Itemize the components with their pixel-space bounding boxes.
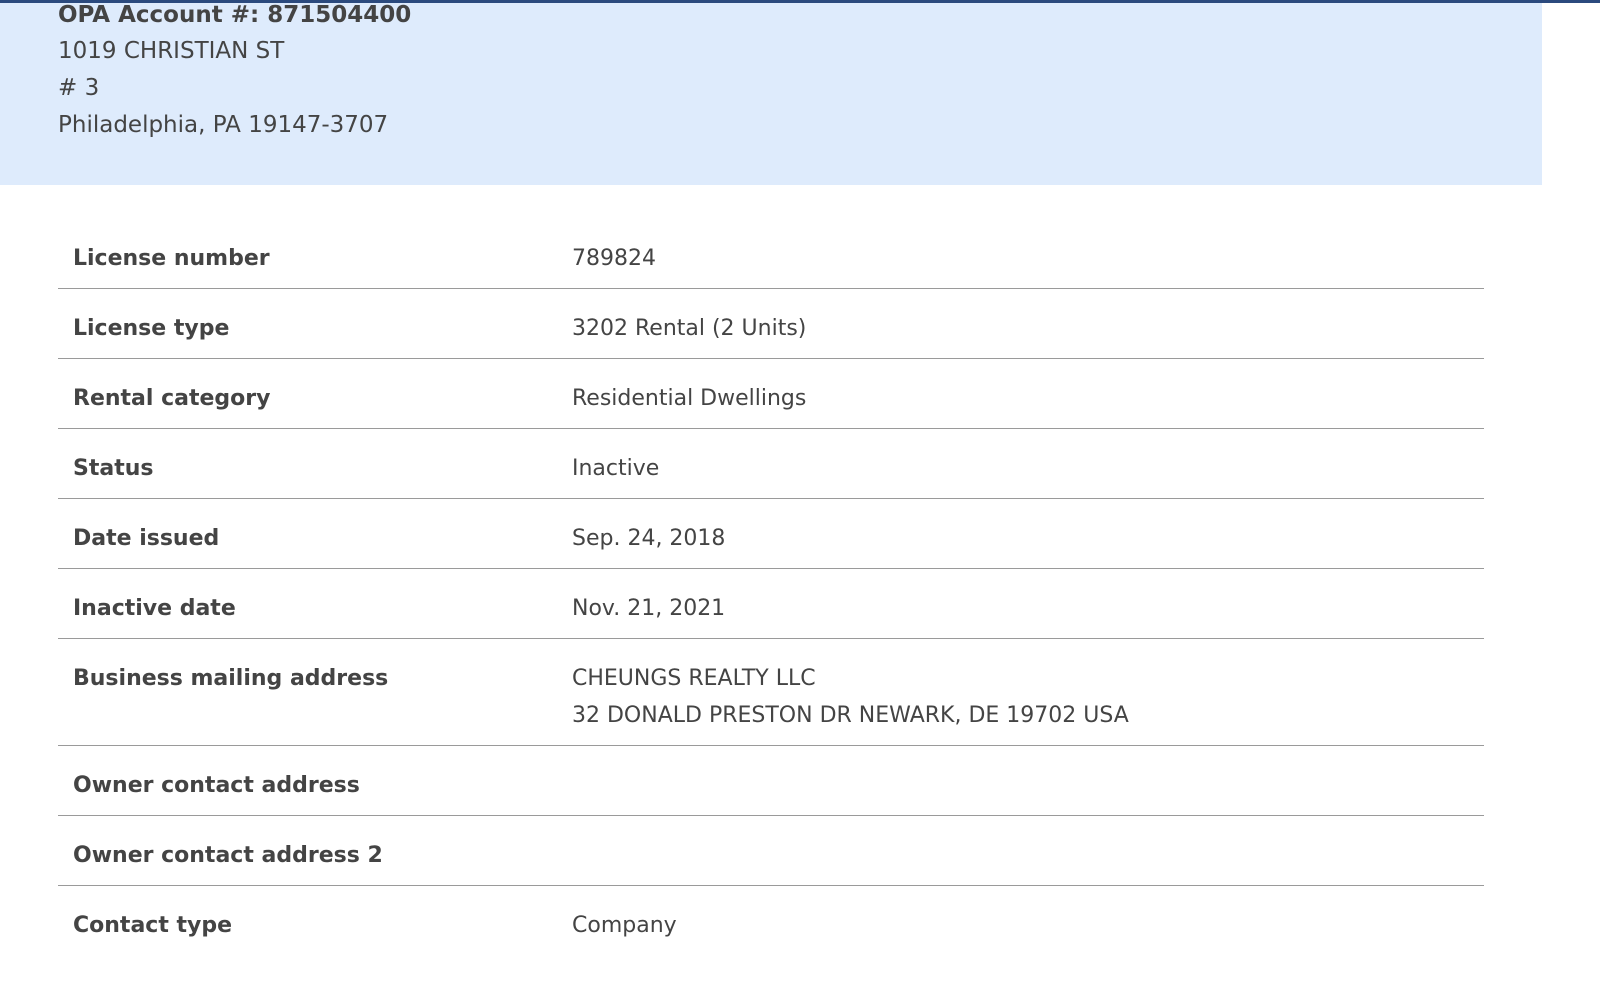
row-date-issued: Date issued Sep. 24, 2018 [58, 499, 1484, 569]
value-business-name: CHEUNGS REALTY LLC [572, 666, 816, 691]
value-inactive-date: Nov. 21, 2021 [572, 596, 726, 621]
label-inactive-date: Inactive date [73, 596, 236, 621]
value-license-type: 3202 Rental (2 Units) [572, 316, 807, 341]
row-license-number: License number 789824 [58, 219, 1484, 289]
opa-account-number: OPA Account #: 871504400 [58, 2, 412, 28]
label-license-type: License type [73, 316, 230, 341]
label-owner-contact-address-2: Owner contact address 2 [73, 843, 383, 868]
row-owner-contact-address-2: Owner contact address 2 [58, 816, 1484, 886]
address-unit: # 3 [58, 75, 100, 101]
value-license-number: 789824 [572, 246, 656, 271]
label-business-mailing-address: Business mailing address [73, 666, 389, 691]
label-license-number: License number [73, 246, 270, 271]
value-date-issued: Sep. 24, 2018 [572, 526, 726, 551]
row-contact-type: Contact type Company [58, 886, 1484, 956]
row-owner-contact-address: Owner contact address [58, 746, 1484, 816]
value-business-street-address: 32 DONALD PRESTON DR NEWARK, DE 19702 US… [572, 703, 1129, 728]
property-address-panel: OPA Account #: 871504400 1019 CHRISTIAN … [0, 2, 1542, 185]
label-contact-type: Contact type [73, 913, 233, 938]
row-business-mailing-address: Business mailing address CHEUNGS REALTY … [58, 639, 1484, 746]
label-date-issued: Date issued [73, 526, 220, 551]
value-contact-type: Company [572, 913, 677, 938]
label-status: Status [73, 456, 154, 481]
label-rental-category: Rental category [73, 386, 271, 411]
value-rental-category: Residential Dwellings [572, 386, 807, 411]
row-inactive-date: Inactive date Nov. 21, 2021 [58, 569, 1484, 639]
address-street: 1019 CHRISTIAN ST [58, 38, 285, 64]
row-status: Status Inactive [58, 429, 1484, 499]
license-details-table: License number 789824 License type 3202 … [58, 219, 1484, 956]
row-rental-category: Rental category Residential Dwellings [58, 359, 1484, 429]
address-city-state-zip: Philadelphia, PA 19147-3707 [58, 112, 389, 138]
label-owner-contact-address: Owner contact address [73, 773, 360, 798]
row-license-type: License type 3202 Rental (2 Units) [58, 289, 1484, 359]
value-status: Inactive [572, 456, 660, 481]
